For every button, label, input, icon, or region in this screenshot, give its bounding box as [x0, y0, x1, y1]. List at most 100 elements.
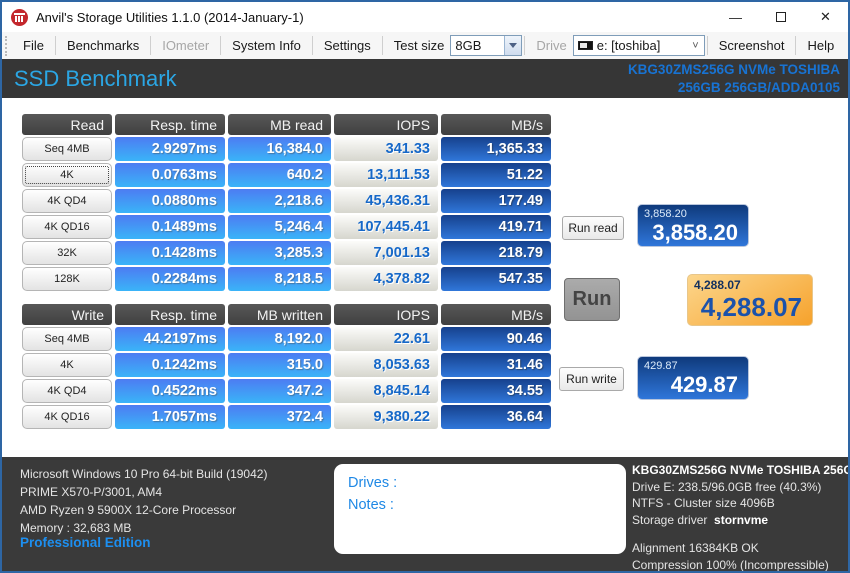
read-score-small: 3,858.20	[644, 208, 687, 220]
motherboard-info: PRIME X570-P/3001, AM4	[20, 485, 163, 499]
read-score-box: 3,858.20 3,858.20	[637, 204, 749, 247]
drive-capacity: Drive E: 238.5/96.0GB free (40.3%)	[632, 479, 822, 494]
write-4kqd4-iops: 8,845.14	[334, 379, 438, 403]
read-header-mb: MB read	[228, 114, 331, 135]
menu-bar: File Benchmarks IOmeter System Info Sett…	[2, 32, 848, 59]
write-seq4mb-mb: 8,192.0	[228, 327, 331, 351]
menu-separator	[524, 36, 526, 55]
write-4k-mb: 315.0	[228, 353, 331, 377]
write-header-label: Write	[22, 304, 112, 325]
write-row-4kqd4-button[interactable]: 4K QD4	[22, 379, 112, 403]
menu-separator	[706, 36, 708, 55]
read-32k-mb: 3,285.3	[228, 241, 331, 265]
write-seq4mb-iops: 22.61	[334, 327, 438, 351]
page-title: SSD Benchmark	[14, 65, 177, 91]
drive-value: e: [toshiba]	[596, 38, 661, 53]
read-row-4kqd4-button[interactable]: 4K QD4	[22, 189, 112, 213]
read-4kqd4-mb: 2,218.6	[228, 189, 331, 213]
total-score-value: 4,288.07	[700, 292, 802, 322]
test-size-value: 8GB	[455, 38, 482, 53]
read-128k-resp: 0.2284ms	[115, 267, 225, 291]
write-4k-iops: 8,053.63	[334, 353, 438, 377]
total-score-small: 4,288.07	[694, 278, 741, 292]
maximize-icon	[775, 12, 786, 22]
write-4kqd16-mb: 372.4	[228, 405, 331, 429]
read-4k-resp: 0.0763ms	[115, 163, 225, 187]
run-write-button[interactable]: Run write	[559, 367, 624, 391]
run-read-button[interactable]: Run read	[562, 216, 624, 240]
app-window: Anvil's Storage Utilities 1.1.0 (2014-Ja…	[0, 0, 850, 573]
read-row-seq4mb-button[interactable]: Seq 4MB	[22, 137, 112, 161]
read-4kqd4-iops: 45,436.31	[334, 189, 438, 213]
write-4kqd16-resp: 1.7057ms	[115, 405, 225, 429]
menu-file[interactable]: File	[14, 38, 53, 53]
read-row-32k-button[interactable]: 32K	[22, 241, 112, 265]
write-header-resp: Resp. time	[115, 304, 225, 325]
device-info: KBG30ZMS256G NVMe TOSHIBA 256GB 256GB/AD…	[628, 61, 840, 97]
menu-settings[interactable]: Settings	[315, 38, 380, 53]
test-size-label: Test size	[393, 38, 445, 53]
read-row-128k-button[interactable]: 128K	[22, 267, 112, 291]
run-button[interactable]: Run	[564, 278, 620, 321]
write-row-seq4mb-button[interactable]: Seq 4MB	[22, 327, 112, 351]
drive-label: Drive	[536, 38, 567, 53]
chevron-down-icon: ˅	[692, 39, 699, 52]
read-score-value: 3,858.20	[652, 220, 738, 245]
drives-label: Drives :	[348, 475, 398, 491]
drive-model: KBG30ZMS256G NVMe TOSHIBA 256GB	[632, 463, 850, 477]
read-4kqd16-mb: 5,246.4	[228, 215, 331, 239]
dropdown-arrow-icon[interactable]	[504, 36, 522, 55]
menu-help[interactable]: Help	[798, 38, 843, 53]
read-header-iops: IOPS	[334, 114, 438, 135]
read-row-4k-button[interactable]: 4K	[22, 163, 112, 187]
window-title: Anvil's Storage Utilities 1.1.0 (2014-Ja…	[36, 9, 304, 25]
menu-separator	[311, 36, 313, 55]
drive-compression: Compression 100% (Incompressible)	[632, 557, 829, 572]
read-seq4mb-mb: 16,384.0	[228, 137, 331, 161]
write-header-mbs: MB/s	[441, 304, 551, 325]
menu-separator	[381, 36, 383, 55]
drives-notes-box[interactable]: Drives : Notes :	[334, 464, 626, 554]
drive-select[interactable]: e: [toshiba] ˅	[572, 35, 705, 56]
read-table: Read Resp. time MB read IOPS MB/s Seq 4M…	[22, 114, 551, 291]
write-score-value: 429.87	[670, 372, 738, 397]
read-4k-mb: 640.2	[228, 163, 331, 187]
menu-iometer: IOmeter	[162, 38, 210, 53]
write-4kqd16-iops: 9,380.22	[334, 405, 438, 429]
write-4kqd4-mbs: 34.55	[441, 379, 551, 403]
read-header-mbs: MB/s	[441, 114, 551, 135]
memory-info: Memory : 32,683 MB	[20, 521, 132, 535]
menu-benchmarks[interactable]: Benchmarks	[58, 38, 148, 53]
write-row-4kqd16-button[interactable]: 4K QD16	[22, 405, 112, 429]
read-4k-mbs: 51.22	[441, 163, 551, 187]
read-128k-mbs: 547.35	[441, 267, 551, 291]
notes-label: Notes :	[348, 497, 394, 513]
benchmark-header-band: SSD Benchmark KBG30ZMS256G NVMe TOSHIBA …	[2, 59, 848, 98]
write-4kqd4-resp: 0.4522ms	[115, 379, 225, 403]
status-footer: Microsoft Windows 10 Pro 64-bit Build (1…	[2, 457, 848, 571]
write-row-4k-button[interactable]: 4K	[22, 353, 112, 377]
read-128k-mb: 8,218.5	[228, 267, 331, 291]
minimize-button[interactable]: —	[713, 2, 758, 32]
write-seq4mb-resp: 44.2197ms	[115, 327, 225, 351]
app-icon	[11, 8, 28, 26]
device-line2: 256GB 256GB/ADDA0105	[677, 79, 840, 95]
read-32k-resp: 0.1428ms	[115, 241, 225, 265]
close-button[interactable]: ✕	[803, 2, 848, 32]
drive-filesystem: NTFS - Cluster size 4096B	[632, 496, 775, 510]
read-4kqd4-mbs: 177.49	[441, 189, 551, 213]
menu-screenshot[interactable]: Screenshot	[710, 38, 794, 53]
read-row-4kqd16-button[interactable]: 4K QD16	[22, 215, 112, 239]
menu-system-info[interactable]: System Info	[223, 38, 310, 53]
total-score-box: 4,288.07 4,288.07	[687, 274, 813, 326]
drive-details: KBG30ZMS256G NVMe TOSHIBA 256GB Drive E:…	[632, 462, 850, 572]
write-4kqd16-mbs: 36.64	[441, 405, 551, 429]
test-size-select[interactable]: 8GB	[450, 35, 523, 56]
read-32k-iops: 7,001.13	[334, 241, 438, 265]
maximize-button[interactable]	[758, 2, 803, 32]
read-seq4mb-resp: 2.9297ms	[115, 137, 225, 161]
read-4kqd4-resp: 0.0880ms	[115, 189, 225, 213]
read-4kqd16-mbs: 419.71	[441, 215, 551, 239]
write-seq4mb-mbs: 90.46	[441, 327, 551, 351]
read-128k-iops: 4,378.82	[334, 267, 438, 291]
